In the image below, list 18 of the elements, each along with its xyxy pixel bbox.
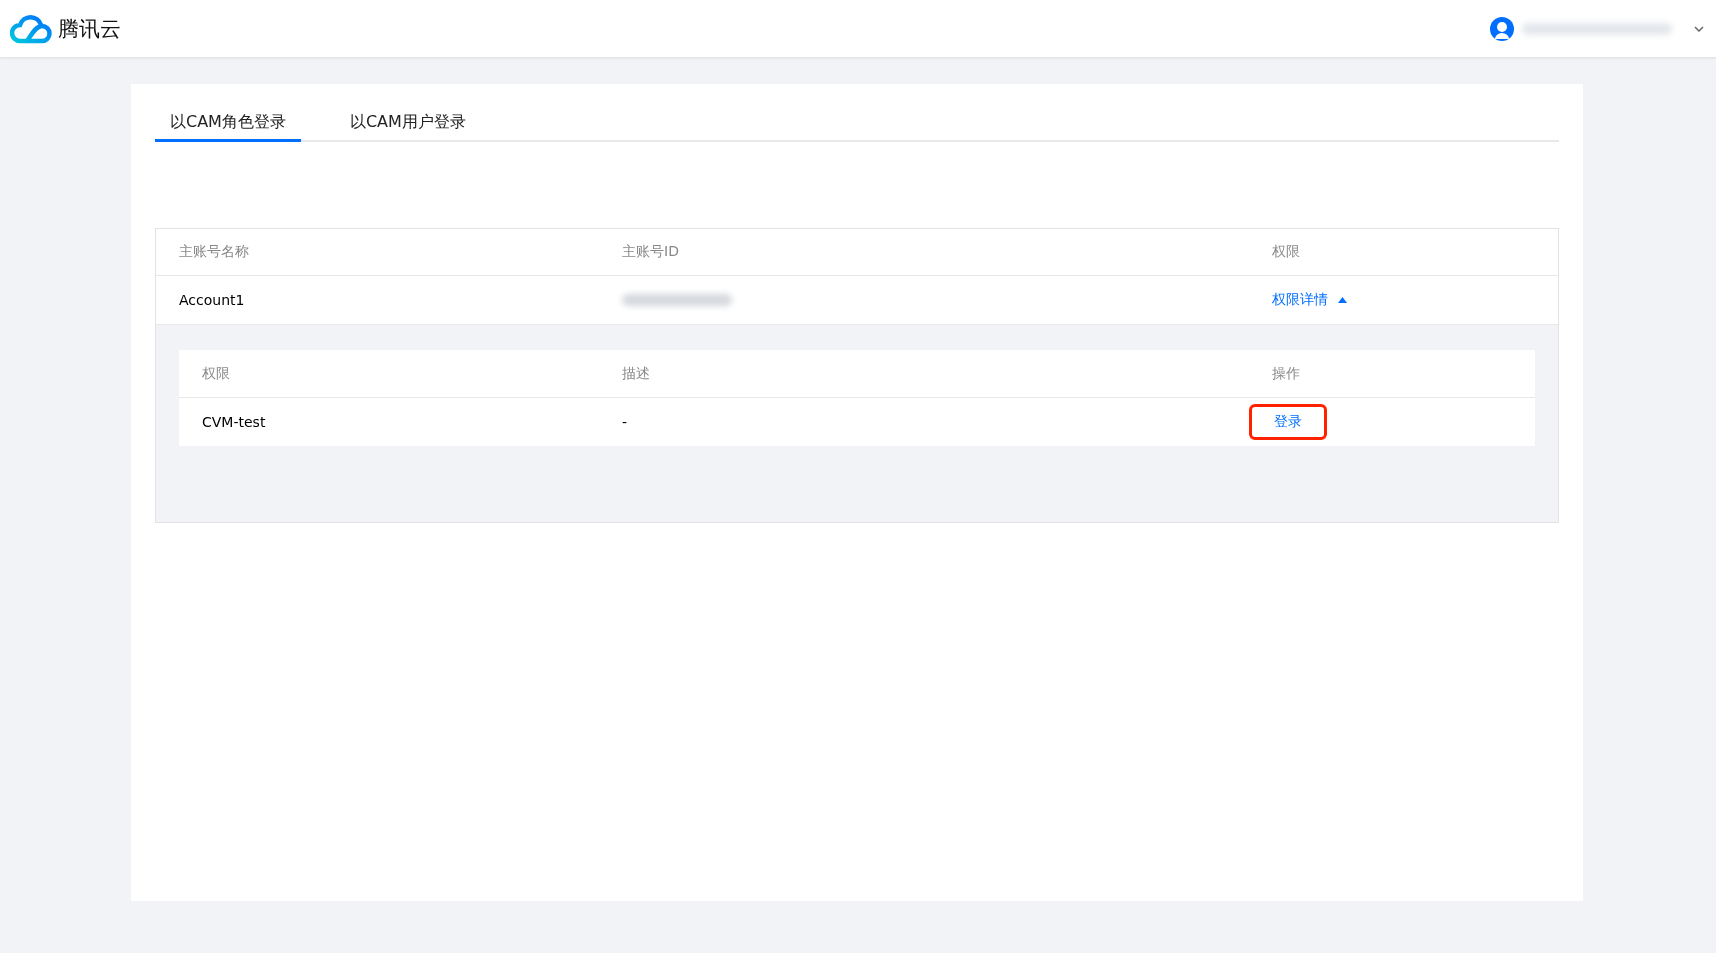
caret-up-icon[interactable] <box>1338 297 1347 303</box>
chevron-down-icon[interactable] <box>1694 25 1704 32</box>
column-header: 操作 <box>1272 364 1300 381</box>
tab[interactable]: 以CAM角色登录 <box>155 104 301 142</box>
permission-name: CVM-test <box>202 414 266 430</box>
tab[interactable]: 以CAM用户登录 <box>334 104 481 142</box>
column-header: 权限 <box>1272 243 1300 259</box>
column-header: 权限 <box>202 364 230 381</box>
brand-name: 腾讯云 <box>58 15 121 43</box>
cloud-logo-icon <box>10 12 52 45</box>
account-name: Account1 <box>179 292 245 308</box>
login-link[interactable]: 登录 <box>1249 404 1327 440</box>
user-avatar-icon[interactable] <box>1490 16 1514 41</box>
column-header: 主账号ID <box>622 243 679 259</box>
column-header: 描述 <box>622 364 650 381</box>
column-header: 主账号名称 <box>179 243 249 259</box>
description-text: - <box>622 414 628 430</box>
permission-details-link[interactable]: 权限详情 <box>1272 291 1347 309</box>
